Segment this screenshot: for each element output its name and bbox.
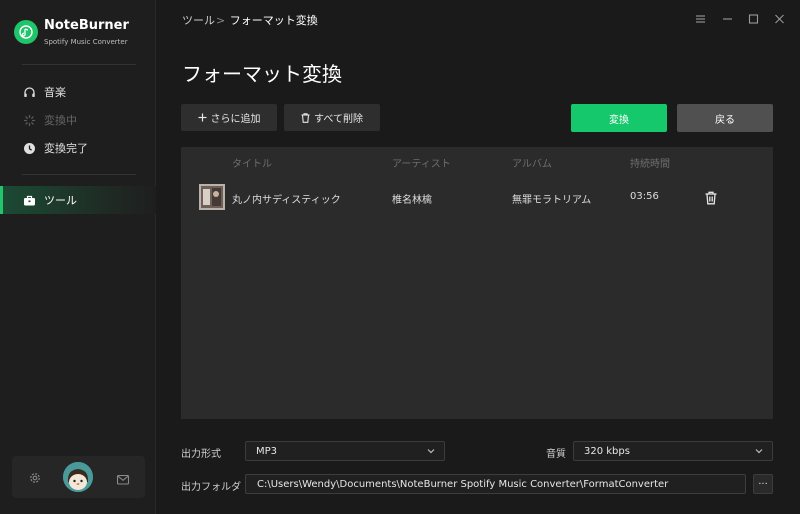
- chevron-down-icon: [754, 446, 764, 456]
- avatar[interactable]: [63, 462, 93, 492]
- app-logo-icon: [14, 20, 38, 44]
- clock-icon: [22, 141, 36, 155]
- add-more-label: さらに追加: [210, 114, 261, 125]
- app-subtitle: Spotify Music Converter: [44, 38, 128, 46]
- breadcrumb-parent[interactable]: ツール: [182, 14, 215, 27]
- sidebar-divider: [22, 174, 136, 175]
- back-label: 戻る: [715, 114, 735, 126]
- sidebar: NoteBurner Spotify Music Converter 音楽 変換…: [0, 0, 156, 514]
- sidebar-item-label: 変換中: [44, 114, 77, 127]
- sidebar-item-label: 音楽: [44, 86, 66, 99]
- quality-label: 音質: [546, 449, 566, 460]
- convert-label: 変換: [609, 114, 629, 126]
- breadcrumb: ツール> フォーマット変換: [182, 12, 318, 28]
- quality-value: 320 kbps: [584, 445, 630, 457]
- column-header-duration: 持続時間: [630, 159, 670, 170]
- track-duration: 03:56: [630, 191, 659, 202]
- add-more-button[interactable]: さらに追加: [181, 104, 277, 131]
- column-header-artist: アーティスト: [392, 159, 451, 170]
- output-format-select[interactable]: MP3: [245, 441, 445, 461]
- column-header-album: アルバム: [512, 159, 552, 170]
- sidebar-divider: [22, 64, 136, 65]
- user-panel: [12, 456, 145, 498]
- close-icon[interactable]: [772, 12, 786, 26]
- chevron-down-icon: [426, 446, 436, 456]
- sidebar-item-tools[interactable]: ツール: [0, 186, 156, 214]
- delete-all-button[interactable]: すべて削除: [284, 104, 380, 131]
- brand: NoteBurner Spotify Music Converter: [14, 18, 129, 48]
- breadcrumb-current: フォーマット変換: [229, 14, 318, 27]
- sidebar-item-music[interactable]: 音楽: [0, 78, 156, 106]
- sidebar-item-converted[interactable]: 変換完了: [0, 134, 156, 162]
- output-folder-field[interactable]: C:\Users\Wendy\Documents\NoteBurner Spot…: [245, 474, 746, 494]
- gear-icon[interactable]: [28, 470, 42, 484]
- sidebar-item-label: 変換完了: [44, 142, 88, 155]
- output-format-label: 出力形式: [181, 449, 221, 460]
- convert-button[interactable]: 変換: [571, 104, 667, 132]
- album-art-thumbnail: [199, 184, 225, 210]
- column-header-title: タイトル: [232, 159, 272, 170]
- toolbox-icon: [22, 193, 36, 207]
- loading-icon: [22, 113, 36, 127]
- track-artist: 椎名林檎: [392, 195, 432, 206]
- breadcrumb-separator: >: [216, 14, 226, 27]
- sidebar-item-converting[interactable]: 変換中: [0, 106, 156, 134]
- minimize-icon[interactable]: [720, 12, 734, 26]
- headphones-icon: [22, 85, 36, 99]
- app-name: NoteBurner: [44, 18, 129, 33]
- back-button[interactable]: 戻る: [677, 104, 773, 132]
- track-title: 丸ノ内サディスティック: [232, 195, 341, 206]
- maximize-icon[interactable]: [746, 12, 760, 26]
- track-table: タイトル アーティスト アルバム 持続時間 丸ノ内サディスティック 椎名林檎 無…: [181, 147, 773, 419]
- plus-icon: [198, 113, 207, 122]
- quality-select[interactable]: 320 kbps: [573, 441, 773, 461]
- menu-icon[interactable]: [693, 12, 707, 26]
- table-row[interactable]: 丸ノ内サディスティック 椎名林檎 無罪モラトリアム 03:56: [181, 181, 773, 213]
- delete-all-label: すべて削除: [314, 114, 363, 125]
- output-folder-label: 出力フォルダ: [181, 482, 241, 493]
- page-title: フォーマット変換: [182, 62, 342, 86]
- track-album: 無罪モラトリアム: [512, 195, 592, 206]
- browse-folder-button[interactable]: ···: [753, 474, 773, 494]
- delete-track-icon[interactable]: [704, 190, 718, 205]
- output-format-value: MP3: [256, 445, 278, 457]
- main-panel: ツール> フォーマット変換 フォーマット変換 さらに追加 すべて削除 変換 戻る…: [157, 0, 800, 514]
- trash-icon: [301, 112, 310, 123]
- mail-icon[interactable]: [116, 471, 130, 485]
- sidebar-item-label: ツール: [44, 194, 77, 207]
